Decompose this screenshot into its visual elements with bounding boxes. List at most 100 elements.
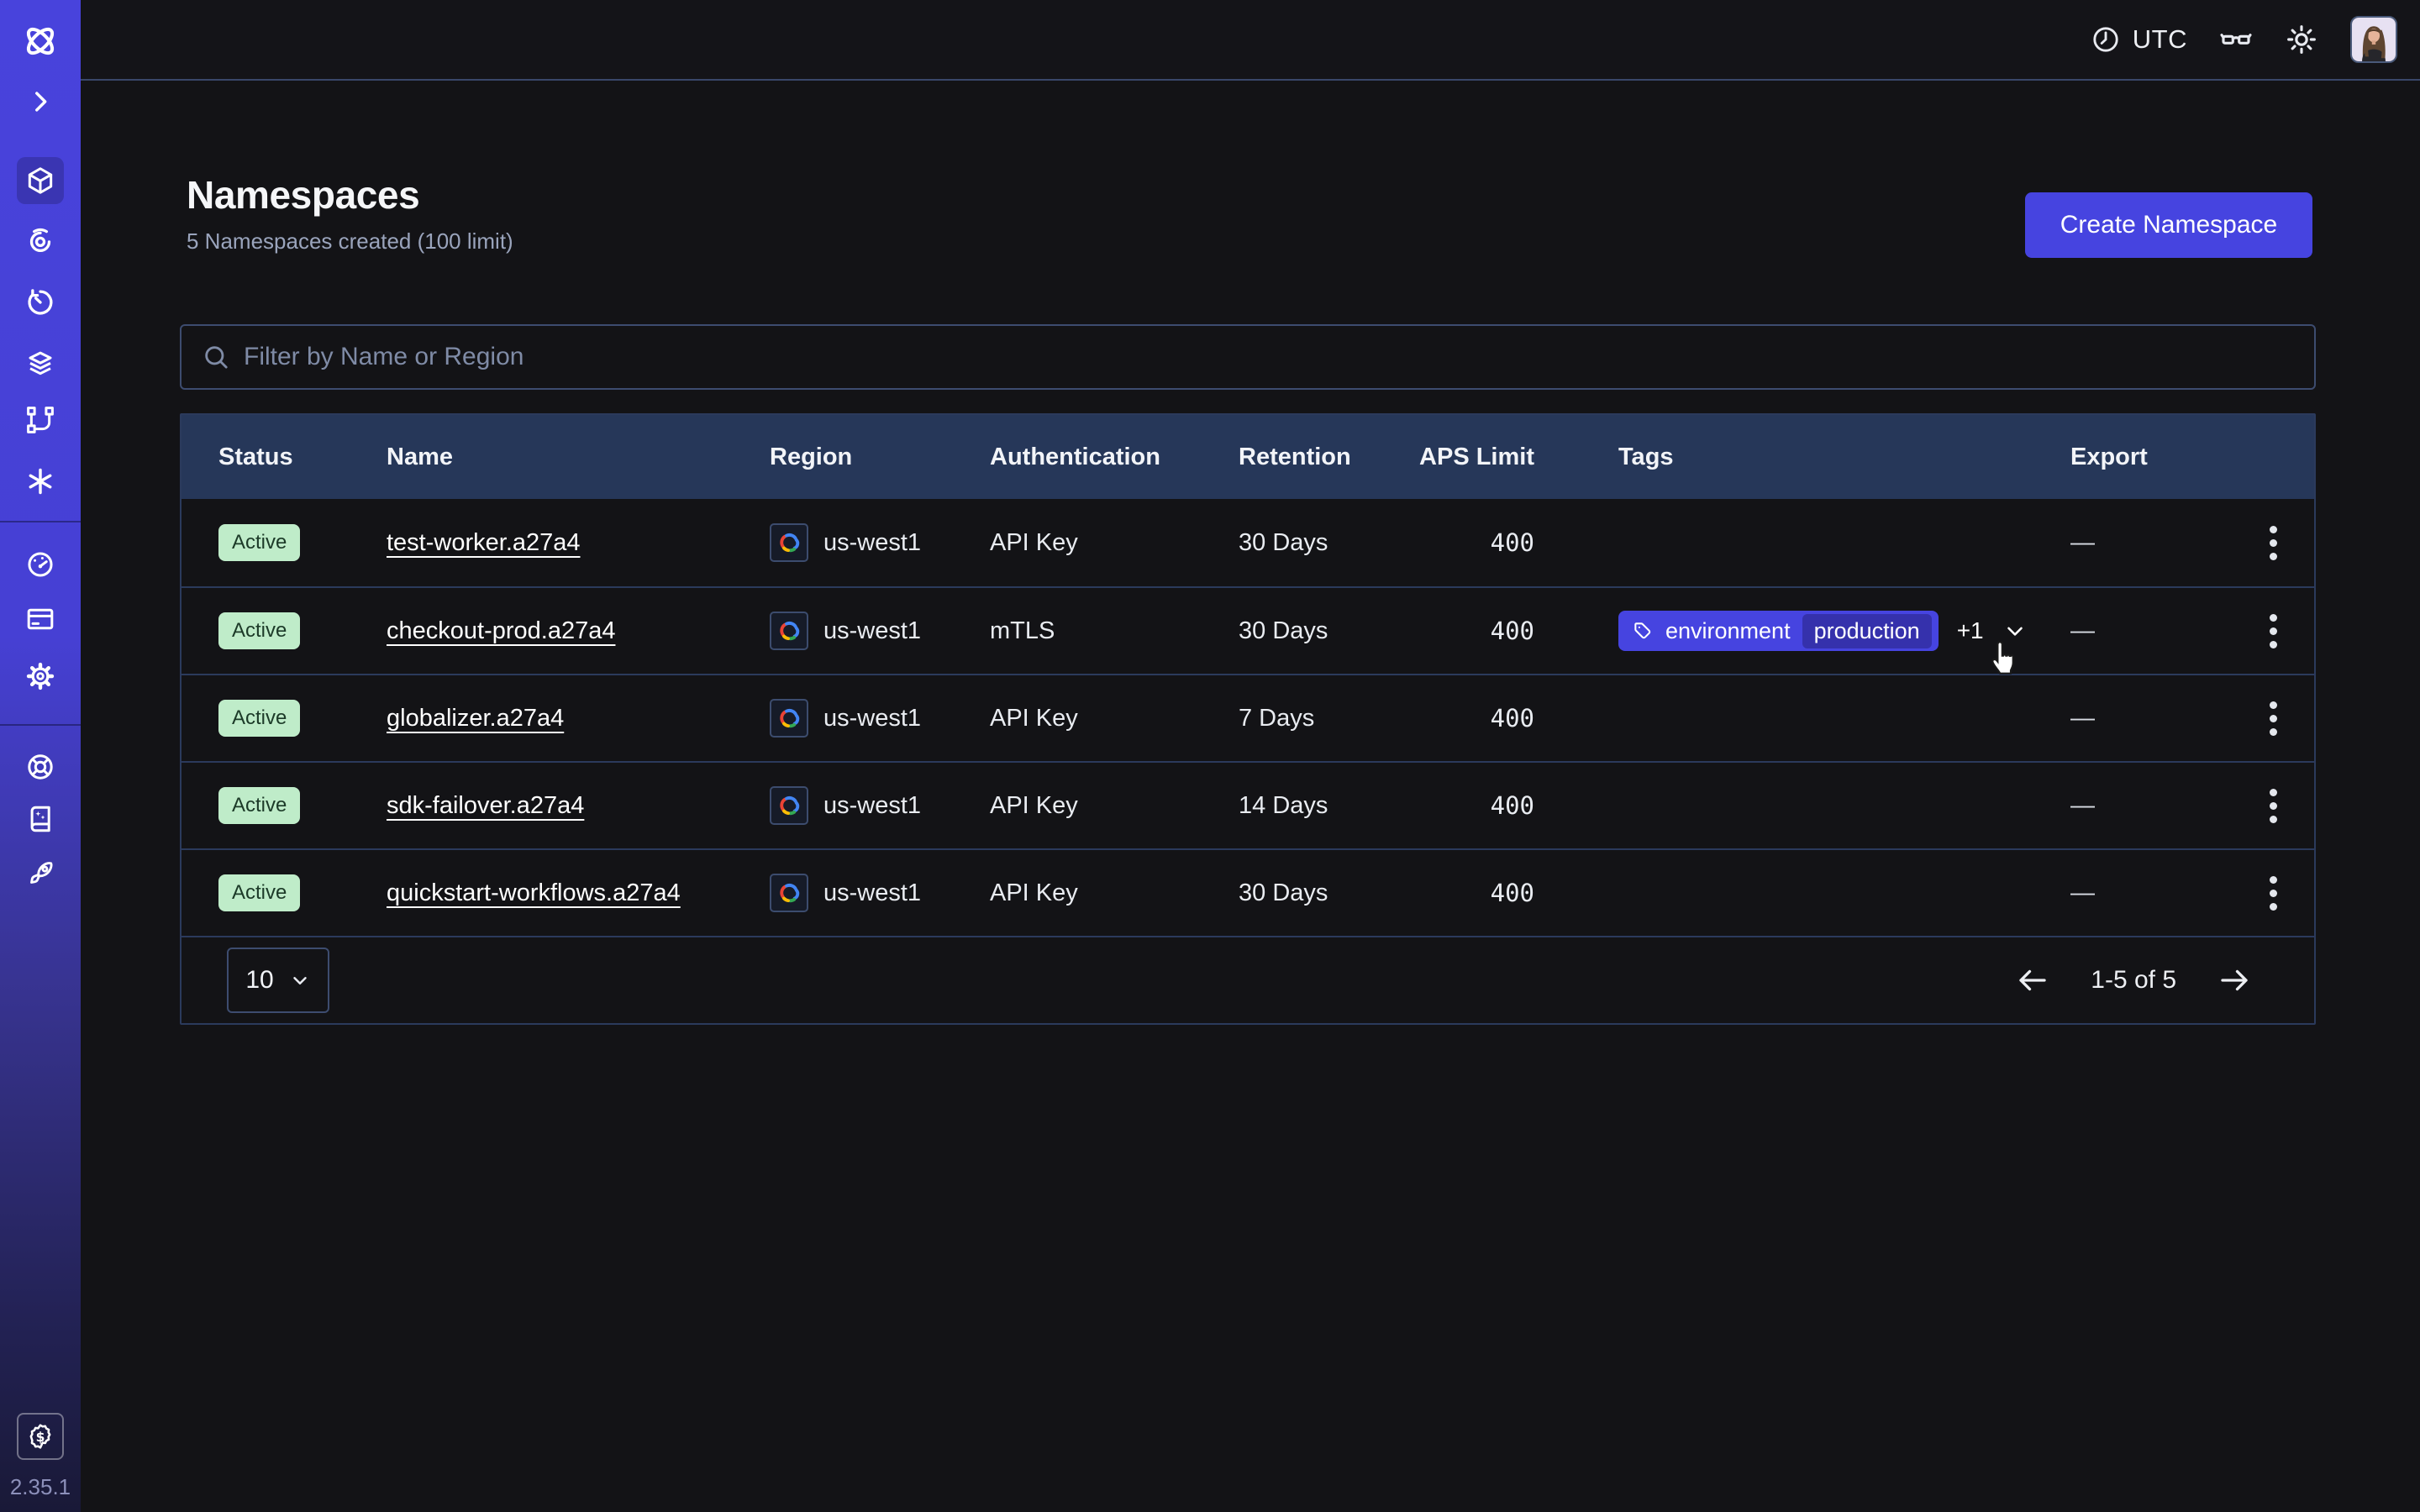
labs-toggle[interactable] <box>2219 23 2253 56</box>
col-header-tags: Tags <box>1534 444 2070 471</box>
pricing-button[interactable]: $ <box>17 1413 64 1460</box>
sidebar-item-deployments[interactable] <box>17 340 64 387</box>
row-menu-button[interactable] <box>2240 789 2314 823</box>
namespace-link[interactable]: test-worker.a27a4 <box>387 529 581 556</box>
region-label: us-west1 <box>823 705 921 732</box>
namespace-link[interactable]: sdk-failover.a27a4 <box>387 792 584 819</box>
docs-book-icon <box>25 804 55 834</box>
row-menu-button[interactable] <box>2240 614 2314 648</box>
status-badge: Active <box>218 874 300 911</box>
aps-limit-cell: 400 <box>1388 879 1534 907</box>
prev-page-button[interactable] <box>2015 963 2050 998</box>
retention-cell: 7 Days <box>1239 705 1388 732</box>
status-badge: Active <box>218 787 300 824</box>
table-row: Active globalizer.a27a4 us-west1 API Key… <box>182 674 2314 761</box>
table-row: Active checkout-prod.a27a4 us-west1 mTLS… <box>182 586 2314 674</box>
page-title: Namespaces <box>187 172 513 218</box>
status-badge: Active <box>218 524 300 561</box>
sidebar-item-billing[interactable] <box>17 596 64 643</box>
export-cell: — <box>2070 792 2240 820</box>
region-cell: us-west1 <box>770 874 990 912</box>
ui-version: 2.35.1 <box>0 1474 81 1500</box>
sidebar-item-workflows[interactable] <box>17 396 64 444</box>
row-menu-button[interactable] <box>2240 526 2314 560</box>
filter-bar <box>180 324 2316 390</box>
countdown-clock-icon <box>25 287 55 318</box>
timezone-selector[interactable]: UTC <box>2091 24 2187 55</box>
sidebar-item-namespaces[interactable] <box>17 157 64 204</box>
tags-group: environment production +1 <box>1618 611 2070 651</box>
gcp-icon <box>770 786 808 825</box>
status-badge: Active <box>218 612 300 649</box>
name-cell: sdk-failover.a27a4 <box>387 792 770 820</box>
col-header-retention: Retention <box>1239 444 1388 471</box>
col-header-aps-limit: APS Limit <box>1388 444 1534 471</box>
namespace-link[interactable]: quickstart-workflows.a27a4 <box>387 879 681 906</box>
auth-cell: API Key <box>990 792 1239 820</box>
retention-cell: 14 Days <box>1239 792 1388 820</box>
col-header-authentication: Authentication <box>990 444 1239 471</box>
tags-expand-chevron-icon[interactable] <box>2002 618 2028 643</box>
sidebar-item-nexus[interactable] <box>17 218 64 265</box>
user-avatar[interactable] <box>2350 16 2397 63</box>
page-size-value: 10 <box>245 966 273 995</box>
theme-toggle[interactable] <box>2285 23 2318 56</box>
region-cell: us-west1 <box>770 786 990 825</box>
gcp-icon <box>770 523 808 562</box>
sidebar-item-docs[interactable] <box>17 795 64 843</box>
export-cell: — <box>2070 529 2240 557</box>
clock-icon <box>2091 24 2121 55</box>
status-cell: Active <box>182 700 387 737</box>
layers-icon <box>25 349 55 379</box>
export-cell: — <box>2070 617 2240 645</box>
sidebar: $ 2.35.1 <box>0 0 81 1512</box>
billing-card-icon <box>25 604 55 634</box>
auth-cell: API Key <box>990 529 1239 557</box>
pager-range: 1-5 of 5 <box>2091 966 2176 995</box>
table-header-row: Status Name Region Authentication Retent… <box>182 415 2314 499</box>
tag-icon <box>1632 620 1654 642</box>
aps-limit-cell: 400 <box>1388 704 1534 732</box>
export-cell: — <box>2070 879 2240 907</box>
sidebar-expand-chevron-icon[interactable] <box>17 78 64 125</box>
row-menu-button[interactable] <box>2240 701 2314 736</box>
sidebar-item-batch-operations[interactable] <box>17 458 64 505</box>
search-icon <box>202 343 230 371</box>
namespace-link[interactable]: globalizer.a27a4 <box>387 705 564 732</box>
tag-value: production <box>1802 614 1932 648</box>
table-pagination: 10 1-5 of 5 <box>182 936 2314 1023</box>
name-cell: checkout-prod.a27a4 <box>387 617 770 645</box>
namespace-link[interactable]: checkout-prod.a27a4 <box>387 617 615 644</box>
page-header: Namespaces 5 Namespaces created (100 lim… <box>187 172 513 255</box>
sun-icon <box>2285 23 2318 56</box>
sidebar-item-settings[interactable] <box>17 653 64 700</box>
retention-cell: 30 Days <box>1239 617 1388 645</box>
table-row: Active test-worker.a27a4 us-west1 API Ke… <box>182 499 2314 586</box>
actions-cell <box>2240 789 2314 823</box>
usage-gauge-icon <box>25 549 55 580</box>
status-cell: Active <box>182 612 387 649</box>
dollar-badge-icon: $ <box>26 1422 55 1451</box>
name-cell: globalizer.a27a4 <box>387 705 770 732</box>
col-header-name: Name <box>387 444 770 471</box>
export-cell: — <box>2070 705 2240 732</box>
nexus-icon <box>25 226 55 256</box>
tag-chip[interactable]: environment production <box>1618 611 1939 651</box>
arrow-left-icon <box>2015 963 2050 998</box>
sidebar-item-getting-started[interactable] <box>17 850 64 897</box>
sidebar-item-schedules[interactable] <box>17 279 64 326</box>
sidebar-item-usage[interactable] <box>17 541 64 588</box>
page-size-select[interactable]: 10 <box>227 948 329 1013</box>
gcp-icon <box>770 612 808 650</box>
temporal-logo-icon[interactable] <box>17 18 64 65</box>
row-menu-button[interactable] <box>2240 876 2314 911</box>
create-namespace-button[interactable]: Create Namespace <box>2025 192 2312 258</box>
auth-cell: API Key <box>990 879 1239 907</box>
aps-limit-cell: 400 <box>1388 528 1534 557</box>
next-page-button[interactable] <box>2217 963 2252 998</box>
retention-cell: 30 Days <box>1239 879 1388 907</box>
actions-cell <box>2240 876 2314 911</box>
sidebar-item-support[interactable] <box>17 743 64 790</box>
filter-input[interactable] <box>244 343 2294 371</box>
svg-text:$: $ <box>36 1430 45 1445</box>
